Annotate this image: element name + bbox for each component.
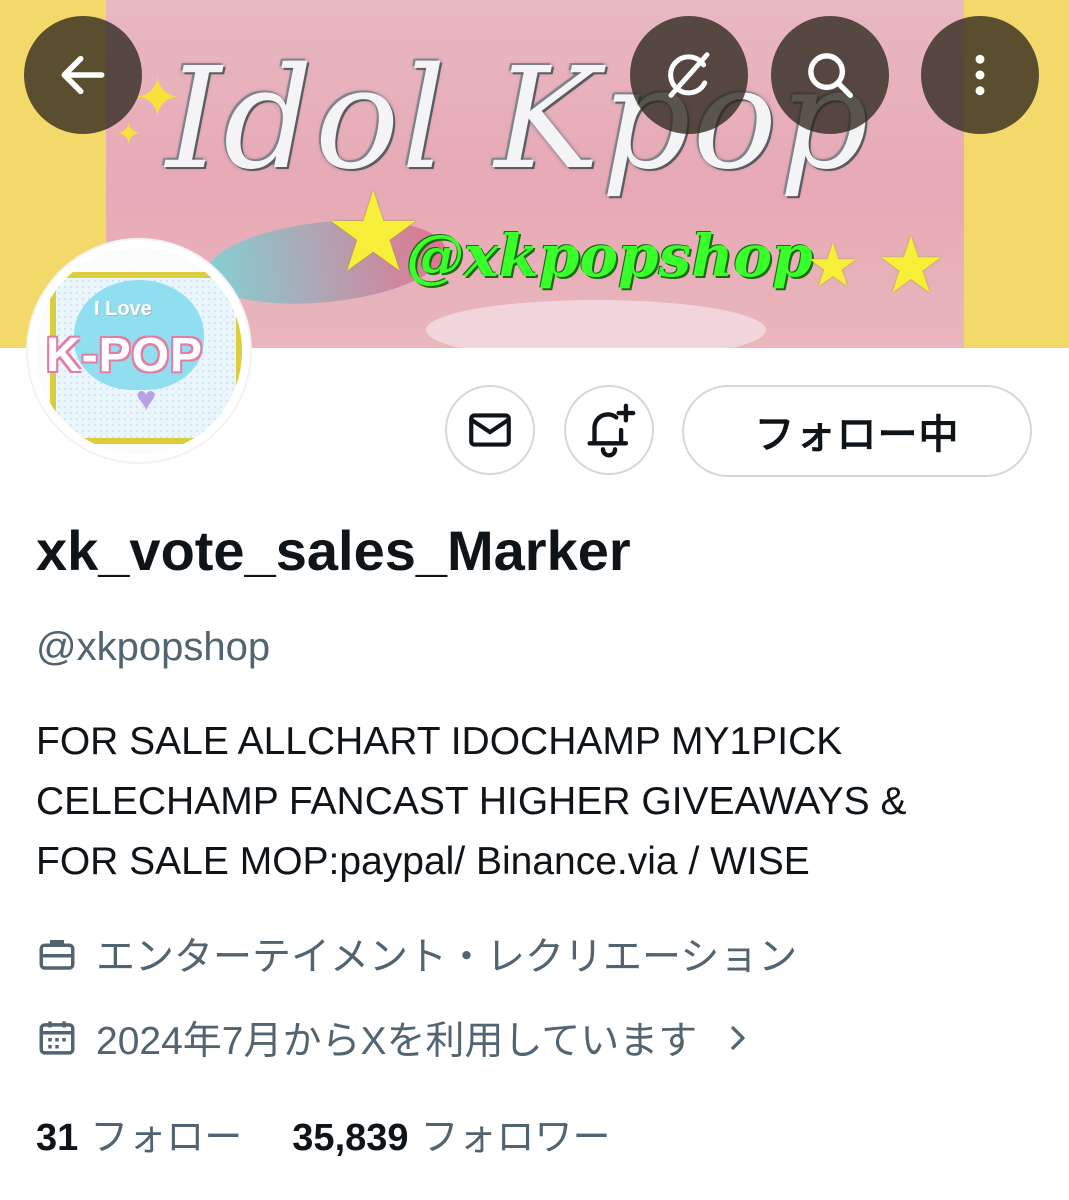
mail-icon: [469, 413, 511, 447]
bio-line: FOR SALE MOP:paypal/ Binance.via / WISE: [36, 840, 810, 883]
followers-count: 35,839: [292, 1117, 409, 1159]
bio-line: CELECHAMP FANCAST HIGHER GIVEAWAYS &: [36, 780, 907, 823]
join-date-link[interactable]: 2024年7月からXを利用しています: [36, 1013, 771, 1063]
more-vertical-icon: [975, 54, 985, 96]
arrow-left-icon: [61, 55, 105, 95]
avatar-text-line2: K-POP: [46, 329, 204, 382]
heart-icon: ♥: [136, 380, 157, 418]
bell-plus-icon: [587, 403, 636, 458]
star-icon: ★: [806, 232, 860, 299]
more-button[interactable]: [921, 16, 1039, 134]
category-label: エンターテイメント・レクリエーション: [96, 936, 798, 979]
profile-handle: @xkpopshop: [36, 625, 271, 669]
calendar-icon: [39, 1021, 75, 1055]
chevron-right-icon: [731, 1026, 745, 1050]
following-label: フォロー: [90, 1117, 243, 1159]
avatar-image: I Love K-POP ♥: [36, 248, 242, 454]
avatar[interactable]: I Love K-POP ♥: [28, 240, 250, 462]
followers-link[interactable]: 35,839 フォロワー: [292, 1106, 610, 1161]
search-icon: [808, 53, 853, 98]
grok-button[interactable]: [630, 16, 748, 134]
following-count: 31: [36, 1117, 79, 1159]
grok-icon: [668, 52, 710, 98]
search-button[interactable]: [771, 16, 889, 134]
star-icon: ★: [324, 171, 423, 294]
bio-line: FOR SALE ALLCHART IDOCHAMP MY1PICK: [36, 720, 843, 763]
display-name: xk_vote_sales_Marker: [36, 519, 631, 582]
profile-category: エンターテイメント・レクリエーション: [36, 929, 797, 979]
following-link[interactable]: 31 フォロー: [36, 1106, 242, 1161]
star-icon: ★: [876, 221, 946, 309]
profile-bio: FOR SALE ALLCHART IDOCHAMP MY1PICK CELEC…: [36, 712, 1036, 892]
message-button[interactable]: [445, 385, 535, 475]
avatar-text-line1: I Love: [94, 298, 152, 320]
following-button[interactable]: フォロー中: [682, 385, 1032, 477]
followers-label: フォロワー: [420, 1117, 611, 1159]
back-button[interactable]: [24, 16, 142, 134]
banner-decoration: [426, 300, 766, 348]
banner-handle: @xkpopshop: [406, 222, 813, 290]
notify-button[interactable]: [564, 385, 654, 475]
follow-stats: 31 フォロー 35,839 フォロワー: [36, 1106, 611, 1161]
sparkle-icon: ✦: [116, 118, 142, 151]
join-date-label: 2024年7月からXを利用しています: [96, 1020, 698, 1063]
briefcase-icon: [39, 940, 75, 970]
